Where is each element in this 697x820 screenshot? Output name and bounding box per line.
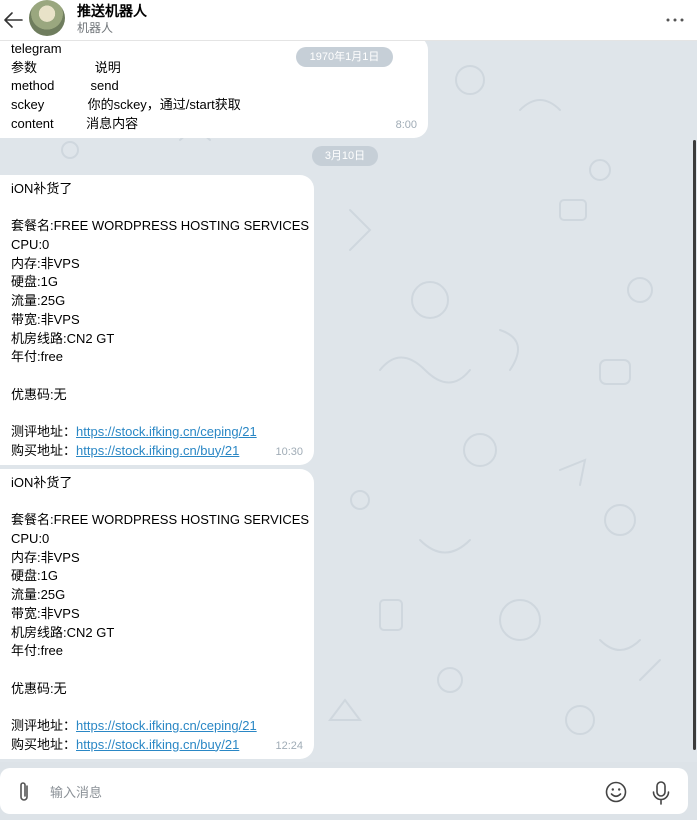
message-text: CPU:0: [11, 237, 50, 253]
message-time: 12:24: [275, 740, 303, 753]
message-text: sckey 你的sckey，通过/start获取: [11, 97, 241, 113]
date-pill: 1970年1月1日: [296, 47, 393, 67]
message-text: CPU:0: [11, 531, 50, 547]
message-text: 流量:25G: [11, 293, 66, 309]
scrollbar[interactable]: [693, 140, 696, 750]
message-time: 10:30: [275, 446, 303, 459]
review-label: 测评地址：: [11, 717, 77, 733]
message-text: 机房线路:CN2 GT: [11, 624, 115, 640]
message-text: content 消息内容: [11, 115, 139, 131]
avatar[interactable]: [29, 0, 65, 36]
message-text: [11, 199, 314, 218]
message-text: 套餐名:FREE WORDPRESS HOSTING SERVICES: [11, 218, 310, 234]
more-dots-icon[interactable]: [663, 8, 687, 32]
review-link[interactable]: https://stock.ifking.cn/ceping/21: [76, 424, 257, 439]
message-text: 硬盘:1G: [11, 568, 58, 584]
arrow-left-icon[interactable]: [2, 8, 26, 32]
message-text: 带宽:非VPS: [11, 311, 80, 327]
message-list[interactable]: telegram 参数 说明 method send sckey 你的sckey…: [0, 40, 697, 762]
message-input[interactable]: [48, 778, 572, 806]
message-text: 优惠码:无: [11, 680, 67, 696]
message-bubble[interactable]: iON补货了 套餐名:FREE WORDPRESS HOSTING SERVIC…: [0, 175, 314, 465]
message-text: [11, 493, 314, 512]
buy-link[interactable]: https://stock.ifking.cn/buy/21: [76, 443, 239, 458]
message-bubble[interactable]: iON补货了 套餐名:FREE WORDPRESS HOSTING SERVIC…: [0, 469, 314, 759]
message-text: [11, 698, 314, 717]
chat-title[interactable]: 推送机器人: [77, 1, 147, 21]
message-text: method send: [11, 78, 119, 94]
review-label: 测评地址：: [11, 423, 77, 439]
message-text: iON补货了: [11, 181, 73, 196]
paperclip-icon[interactable]: [13, 780, 35, 804]
message-text: 优惠码:无: [11, 386, 67, 402]
review-link[interactable]: https://stock.ifking.cn/ceping/21: [76, 718, 257, 733]
message-text: [11, 404, 314, 423]
message-text: 内存:非VPS: [11, 255, 80, 271]
message-text: 带宽:非VPS: [11, 605, 80, 621]
message-text: [11, 367, 314, 386]
emoji-icon[interactable]: [604, 780, 628, 804]
message-text: 年付:free: [11, 349, 64, 365]
chat-header: 推送机器人 机器人: [0, 0, 697, 41]
message-text: 年付:free: [11, 643, 64, 659]
message-time: 8:00: [395, 119, 417, 132]
message-text: 套餐名:FREE WORDPRESS HOSTING SERVICES: [11, 512, 310, 528]
microphone-icon[interactable]: [650, 780, 672, 806]
message-text: iON补货了: [11, 475, 73, 490]
chat-subtitle: 机器人: [77, 21, 114, 35]
message-text: 流量:25G: [11, 587, 66, 603]
date-separator: 3月10日: [312, 146, 378, 166]
composer-box: [0, 768, 688, 814]
message-text: 内存:非VPS: [11, 549, 80, 565]
buy-label: 购买地址：: [11, 442, 77, 458]
message-text: [11, 661, 314, 680]
message-text: 机房线路:CN2 GT: [11, 330, 115, 346]
buy-label: 购买地址：: [11, 736, 77, 752]
composer: [0, 762, 697, 820]
buy-link[interactable]: https://stock.ifking.cn/buy/21: [76, 737, 239, 752]
message-text: 硬盘:1G: [11, 274, 58, 290]
